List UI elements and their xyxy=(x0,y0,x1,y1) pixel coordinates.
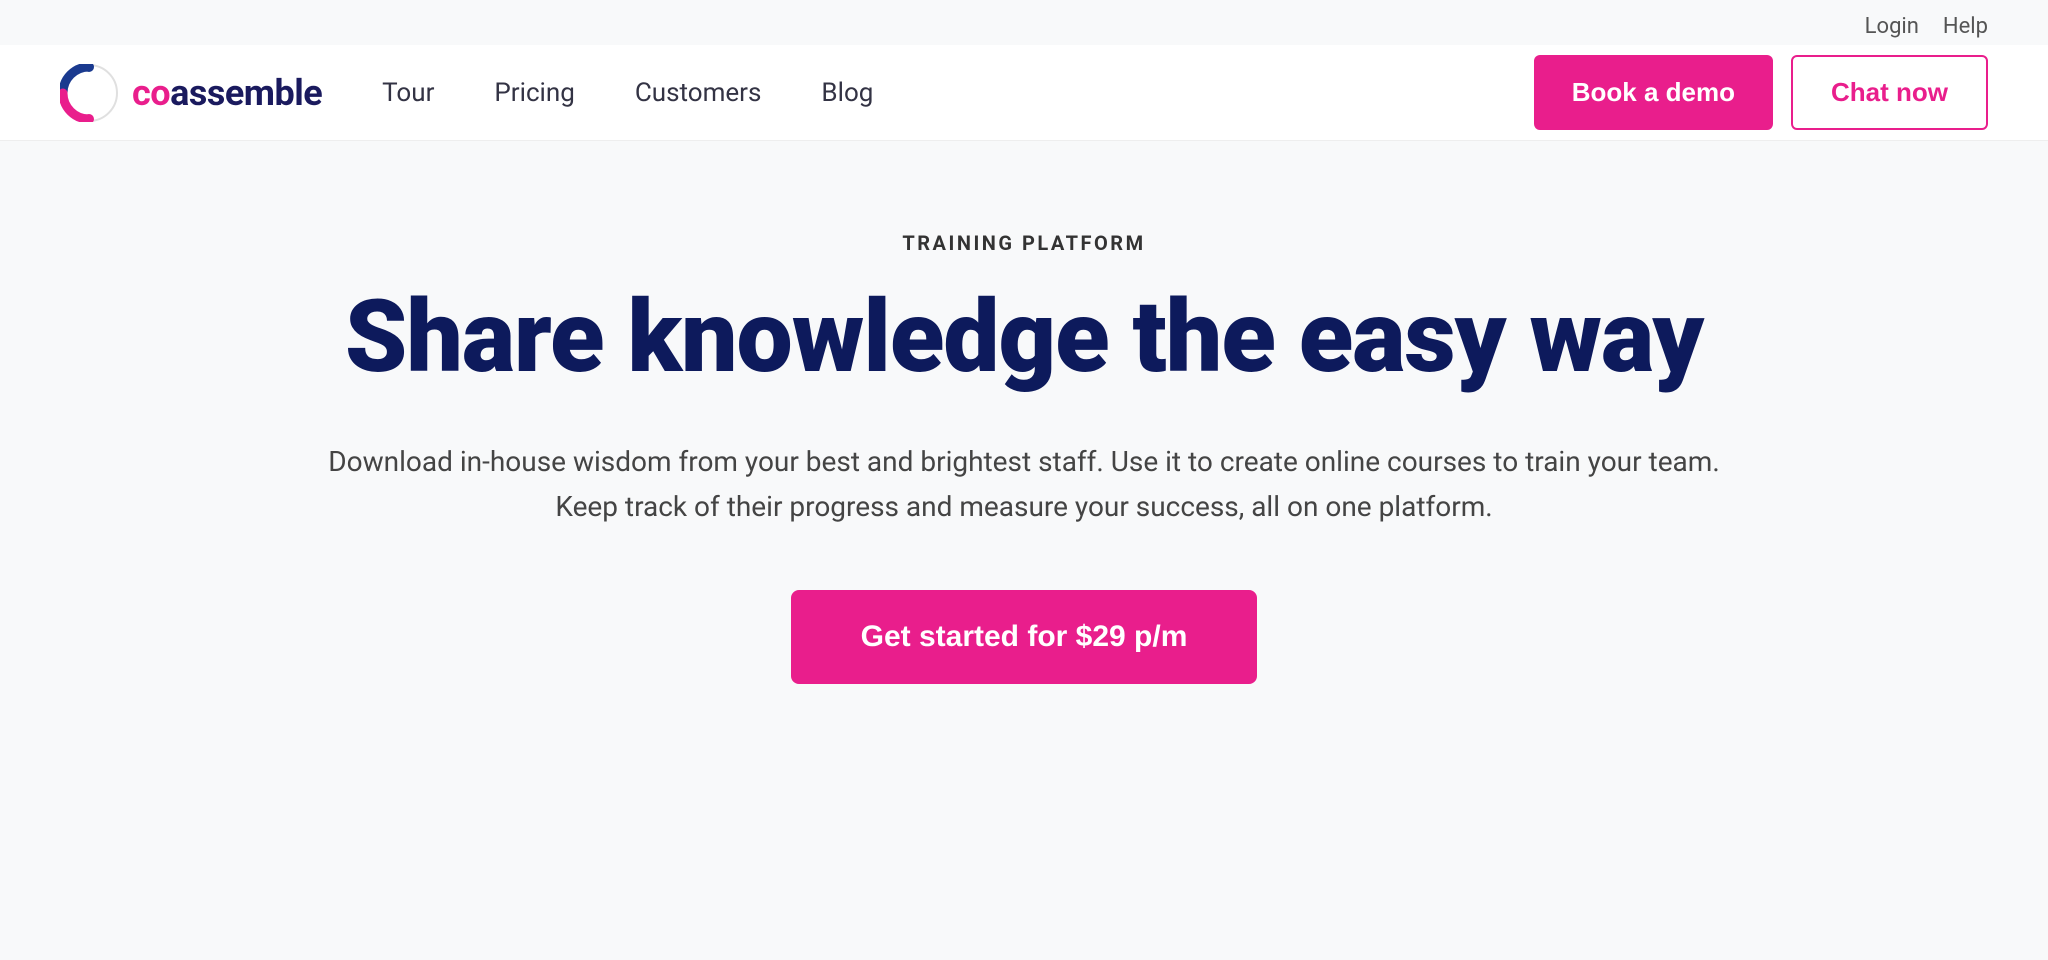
hero-section: TRAINING PLATFORM Share knowledge the ea… xyxy=(0,141,2048,764)
help-link[interactable]: Help xyxy=(1943,14,1988,39)
nav-buttons: Book a demo Chat now xyxy=(1534,55,1988,130)
top-bar: Login Help xyxy=(0,0,2048,45)
hero-description: Download in-house wisdom from your best … xyxy=(324,440,1724,530)
nav-tour[interactable]: Tour xyxy=(382,78,434,108)
nav-pricing[interactable]: Pricing xyxy=(494,78,574,108)
get-started-button[interactable]: Get started for $29 p/m xyxy=(791,590,1258,684)
logo-icon xyxy=(60,64,118,122)
hero-eyebrow: TRAINING PLATFORM xyxy=(902,231,1145,255)
navbar: coassemble Tour Pricing Customers Blog B… xyxy=(0,45,2048,141)
chat-now-button[interactable]: Chat now xyxy=(1791,55,1988,130)
logo[interactable]: coassemble xyxy=(60,64,322,122)
logo-text: coassemble xyxy=(132,72,322,114)
nav-customers[interactable]: Customers xyxy=(635,78,762,108)
nav-links: Tour Pricing Customers Blog xyxy=(382,78,1534,108)
login-link[interactable]: Login xyxy=(1865,14,1919,39)
book-demo-button[interactable]: Book a demo xyxy=(1534,55,1773,130)
hero-title: Share knowledge the easy way xyxy=(345,285,1703,390)
nav-blog[interactable]: Blog xyxy=(821,78,873,108)
